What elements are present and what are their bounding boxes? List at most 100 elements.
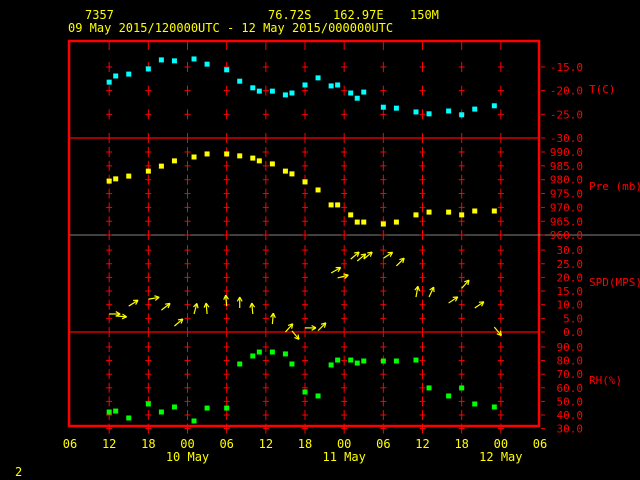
y-tick-label: 10.0 (557, 299, 584, 312)
humidity-point (224, 405, 230, 411)
station-lon: 162.97E (333, 8, 384, 22)
wind-arrow-head (154, 295, 160, 298)
pressure-point (315, 187, 321, 193)
x-tick-label: 12 (102, 437, 116, 451)
pressure-point (269, 161, 275, 167)
y-tick-label: 975.0 (550, 188, 583, 201)
humidity-point (256, 349, 262, 355)
temperature-point (126, 71, 132, 77)
temperature-point (354, 95, 360, 101)
temperature-point (289, 90, 295, 96)
wind-arrow (448, 296, 459, 304)
y-tick-label: 30.0 (557, 423, 584, 436)
panel-title: RH(%) (589, 374, 622, 387)
pressure-point (393, 219, 399, 225)
pressure-point (158, 163, 164, 169)
wind-arrow (203, 302, 210, 315)
humidity-point (328, 362, 334, 368)
x-tick-label: 18 (141, 437, 155, 451)
humidity-point (315, 393, 321, 399)
x-tick-label: 18 (298, 437, 312, 451)
temperature-point (237, 78, 243, 84)
wind-arrow (461, 279, 470, 289)
y-tick-label: 25.0 (557, 258, 584, 271)
temperature-point (224, 67, 230, 73)
wind-arrow-head (196, 303, 199, 309)
temperature-point (145, 66, 151, 72)
x-tick-label: 06 (63, 437, 77, 451)
humidity-point (126, 415, 132, 421)
temperature-point (269, 88, 275, 94)
wind-arrow (174, 318, 184, 327)
wind-arrow (284, 323, 294, 333)
humidity-point (113, 408, 119, 414)
station-elev: 150M (410, 8, 439, 22)
humidity-point (459, 385, 465, 391)
temperature-point (446, 108, 452, 114)
humidity-point (171, 404, 177, 410)
pressure-point (472, 208, 478, 214)
wind-arrow (128, 299, 139, 307)
y-tick-label: 965.0 (550, 215, 583, 228)
y-tick-label: 40.0 (557, 409, 584, 422)
pressure-point (335, 202, 341, 208)
humidity-point (354, 360, 360, 366)
x-tick-label: 00 (337, 437, 351, 451)
pressure-point (348, 212, 354, 218)
y-tick-label: -25.0 (550, 108, 583, 121)
page-number: 2 (15, 465, 22, 479)
temperature-point (106, 79, 112, 85)
wind-arrow (383, 251, 394, 259)
temperature-point (315, 75, 321, 81)
pressure-point (426, 209, 432, 215)
x-tick-label: 18 (454, 437, 468, 451)
pressure-point (204, 151, 210, 157)
temperature-point (413, 109, 419, 115)
humidity-point (282, 351, 288, 357)
temperature-point (204, 61, 210, 67)
x-tick-label: 00 (180, 437, 194, 451)
temperature-point (256, 88, 262, 94)
pressure-point (250, 155, 256, 161)
pressure-point (113, 176, 119, 182)
temperature-point (171, 58, 177, 64)
humidity-point (269, 349, 275, 355)
y-tick-label: 5.0 (563, 312, 583, 325)
wind-arrow-head (417, 286, 421, 292)
pressure-point (459, 212, 465, 218)
pressure-point (171, 158, 177, 164)
humidity-point (446, 393, 452, 399)
temperature-point (250, 85, 256, 91)
pressure-point (354, 219, 360, 225)
wind-arrow (161, 302, 171, 311)
temperature-point (282, 92, 288, 98)
plot-frame (67, 39, 541, 428)
station-lat: 76.72S (268, 8, 311, 22)
pressure-point (256, 158, 262, 164)
wind-arrow (115, 313, 127, 320)
temperature-point (393, 105, 399, 111)
y-tick-label: 970.0 (550, 201, 583, 214)
y-tick-label: 80.0 (557, 355, 584, 368)
pressure-point (491, 208, 497, 214)
humidity-point (289, 361, 295, 367)
wind-arrow (474, 301, 485, 309)
wind-arrow (305, 324, 317, 331)
humidity-point (413, 357, 419, 363)
humidity-point (302, 389, 308, 395)
humidity-point (335, 357, 341, 363)
panel-title: Pre (mb) (589, 180, 640, 193)
y-tick-label: 0.0 (563, 326, 583, 339)
temperature-point (302, 82, 308, 88)
y-tick-label: 30.0 (557, 244, 584, 257)
x-tick-label: 00 (494, 437, 508, 451)
panel-title: T(C) (589, 83, 616, 96)
pressure-point (224, 151, 230, 157)
humidity-point (472, 401, 478, 407)
humidity-point (426, 385, 432, 391)
pressure-point (126, 173, 132, 179)
pressure-point (191, 154, 197, 160)
temperature-point (348, 90, 354, 96)
pressure-point (413, 212, 419, 218)
pressure-point (282, 168, 288, 174)
